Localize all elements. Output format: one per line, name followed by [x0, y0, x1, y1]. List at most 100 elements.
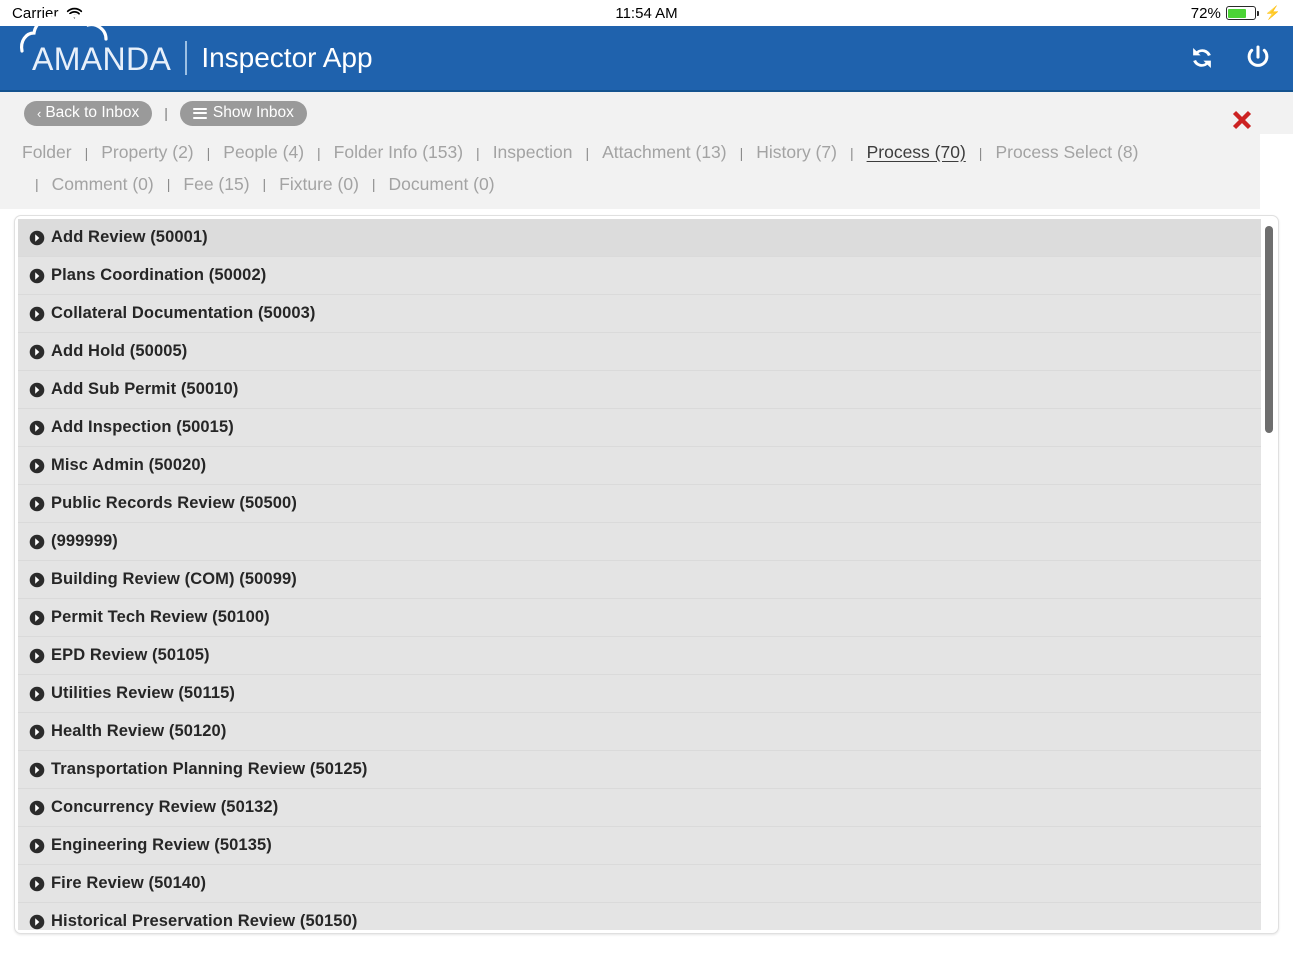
process-list-item[interactable]: Public Records Review (50500) [18, 485, 1261, 523]
ios-status-bar: Carrier 11:54 AM 72% ⚡ [0, 0, 1293, 26]
tab-inspection[interactable]: Inspection [493, 138, 573, 168]
tab-process-select-8[interactable]: Process Select (8) [995, 138, 1138, 168]
tab-separator: | [35, 176, 39, 193]
brand-divider [185, 41, 188, 75]
circle-arrow-right-icon [29, 344, 45, 360]
process-list-item[interactable]: Building Review (COM) (50099) [18, 561, 1261, 599]
tab-strip: Folder | Property (2) | People (4) | Folder In… [0, 134, 1260, 209]
circle-arrow-right-icon [29, 876, 45, 892]
tab-separator: | [166, 176, 171, 193]
process-list-item[interactable]: Add Inspection (50015) [18, 409, 1261, 447]
status-bar-right: 72% ⚡ [1191, 5, 1281, 22]
circle-arrow-right-icon [29, 268, 45, 284]
lightning-bolt-icon: ⚡ [1264, 5, 1281, 20]
tab-history-7[interactable]: History (7) [756, 138, 837, 168]
process-list-item-label: Health Review (50120) [51, 722, 227, 740]
show-inbox-label: Show Inbox [212, 104, 294, 122]
process-list-item[interactable]: Plans Coordination (50002) [18, 257, 1261, 295]
process-list-item-label: Add Inspection (50015) [51, 418, 234, 436]
circle-arrow-right-icon [29, 496, 45, 512]
process-list-item-label: Utilities Review (50115) [51, 684, 235, 702]
tab-folder[interactable]: Folder [22, 138, 72, 168]
tab-fee-15[interactable]: Fee (15) [183, 170, 249, 200]
close-x-icon[interactable] [1227, 105, 1257, 135]
header-actions [1185, 41, 1275, 75]
status-bar-clock: 11:54 AM [615, 4, 678, 22]
tab-folder-info-153[interactable]: Folder Info (153) [334, 138, 463, 168]
process-list-item-label: Historical Preservation Review (50150) [51, 912, 358, 930]
battery-percent-label: 72% [1190, 4, 1221, 22]
process-list-item-label: Permit Tech Review (50100) [51, 608, 270, 626]
process-list-item-label: Concurrency Review (50132) [51, 798, 279, 816]
process-list-item-label: Plans Coordination (50002) [51, 266, 267, 284]
process-list-panel: Add Review (50001) Plans Coordination (50… [14, 215, 1279, 934]
circle-arrow-right-icon [29, 382, 45, 398]
battery-icon [1225, 6, 1259, 20]
process-list-item[interactable]: EPD Review (50105) [18, 637, 1261, 675]
process-list-item[interactable]: Permit Tech Review (50100) [18, 599, 1261, 637]
tab-separator: | [84, 144, 89, 161]
tab-separator: | [262, 176, 267, 193]
process-list-item[interactable]: Add Hold (50005) [18, 333, 1261, 371]
process-list-item[interactable]: Concurrency Review (50132) [18, 789, 1261, 827]
app-brand: AMANDA Inspector App [14, 14, 373, 75]
process-list-item[interactable]: Fire Review (50140) [18, 865, 1261, 903]
show-inbox-button[interactable]: Show Inbox [179, 100, 307, 126]
process-list-item-label: Add Hold (50005) [51, 342, 188, 360]
circle-arrow-right-icon [29, 534, 45, 550]
circle-arrow-right-icon [29, 762, 45, 778]
tab-row-primary: Folder | Property (2) | People (4) | Folder In… [22, 138, 1260, 168]
circle-arrow-right-icon [29, 914, 45, 930]
tab-attachment-13[interactable]: Attachment (13) [602, 138, 727, 168]
process-list-item[interactable]: Engineering Review (50135) [18, 827, 1261, 865]
hamburger-icon [192, 107, 207, 119]
circle-arrow-right-icon [29, 420, 45, 436]
vertical-scrollbar[interactable] [1263, 219, 1275, 930]
circle-arrow-right-icon [29, 686, 45, 702]
tab-separator: | [849, 144, 854, 161]
tab-process-70[interactable]: Process (70) [867, 138, 966, 168]
toolbar-separator: | [164, 105, 168, 121]
process-list-item[interactable]: (999999) [18, 523, 1261, 561]
process-list-item-label: EPD Review (50105) [51, 646, 210, 664]
process-list: Add Review (50001) Plans Coordination (50… [18, 219, 1261, 930]
circle-arrow-right-icon [29, 458, 45, 474]
process-list-item[interactable]: Utilities Review (50115) [18, 675, 1261, 713]
process-list-item[interactable]: Collateral Documentation (50003) [18, 295, 1261, 333]
tab-people-4[interactable]: People (4) [223, 138, 304, 168]
tab-comment-0[interactable]: Comment (0) [52, 170, 154, 200]
tab-separator: | [206, 144, 211, 161]
tab-document-0[interactable]: Document (0) [389, 170, 495, 200]
process-list-item[interactable]: Historical Preservation Review (50150) [18, 903, 1261, 930]
tab-separator: | [739, 144, 744, 161]
process-list-item-label: Transportation Planning Review (50125) [51, 760, 368, 778]
tab-property-2[interactable]: Property (2) [101, 138, 193, 168]
process-list-item[interactable]: Health Review (50120) [18, 713, 1261, 751]
process-list-item[interactable]: Add Review (50001) [18, 219, 1261, 257]
cloud-logo-icon [18, 11, 138, 53]
scrollbar-thumb[interactable] [1265, 226, 1273, 433]
back-to-inbox-button[interactable]: ‹ Back to Inbox [24, 100, 153, 126]
process-list-item[interactable]: Transportation Planning Review (50125) [18, 751, 1261, 789]
process-list-item-label: Add Sub Permit (50010) [51, 380, 239, 398]
process-list-item-label: Fire Review (50140) [51, 874, 207, 892]
circle-arrow-right-icon [29, 572, 45, 588]
back-to-inbox-label: Back to Inbox [45, 104, 140, 122]
process-list-item-label: Public Records Review (50500) [51, 494, 297, 512]
circle-arrow-right-icon [29, 648, 45, 664]
tab-separator: | [371, 176, 376, 193]
chevron-left-icon: ‹ [37, 105, 42, 121]
app-name: Inspector App [201, 42, 373, 73]
tab-row-secondary: | Comment (0) | Fee (15) | Fixture (0) | Docume… [22, 170, 1260, 200]
process-list-item[interactable]: Misc Admin (50020) [18, 447, 1261, 485]
tab-separator: | [978, 144, 983, 161]
process-list-item-label: (999999) [51, 532, 118, 550]
power-icon[interactable] [1241, 41, 1275, 75]
tab-fixture-0[interactable]: Fixture (0) [279, 170, 359, 200]
secondary-toolbar: ‹ Back to Inbox | Show Inbox [0, 92, 1293, 134]
process-list-item[interactable]: Add Sub Permit (50010) [18, 371, 1261, 409]
tab-separator: | [476, 144, 480, 161]
tab-separator: | [317, 144, 321, 161]
refresh-icon[interactable] [1185, 41, 1219, 75]
circle-arrow-right-icon [29, 610, 45, 626]
